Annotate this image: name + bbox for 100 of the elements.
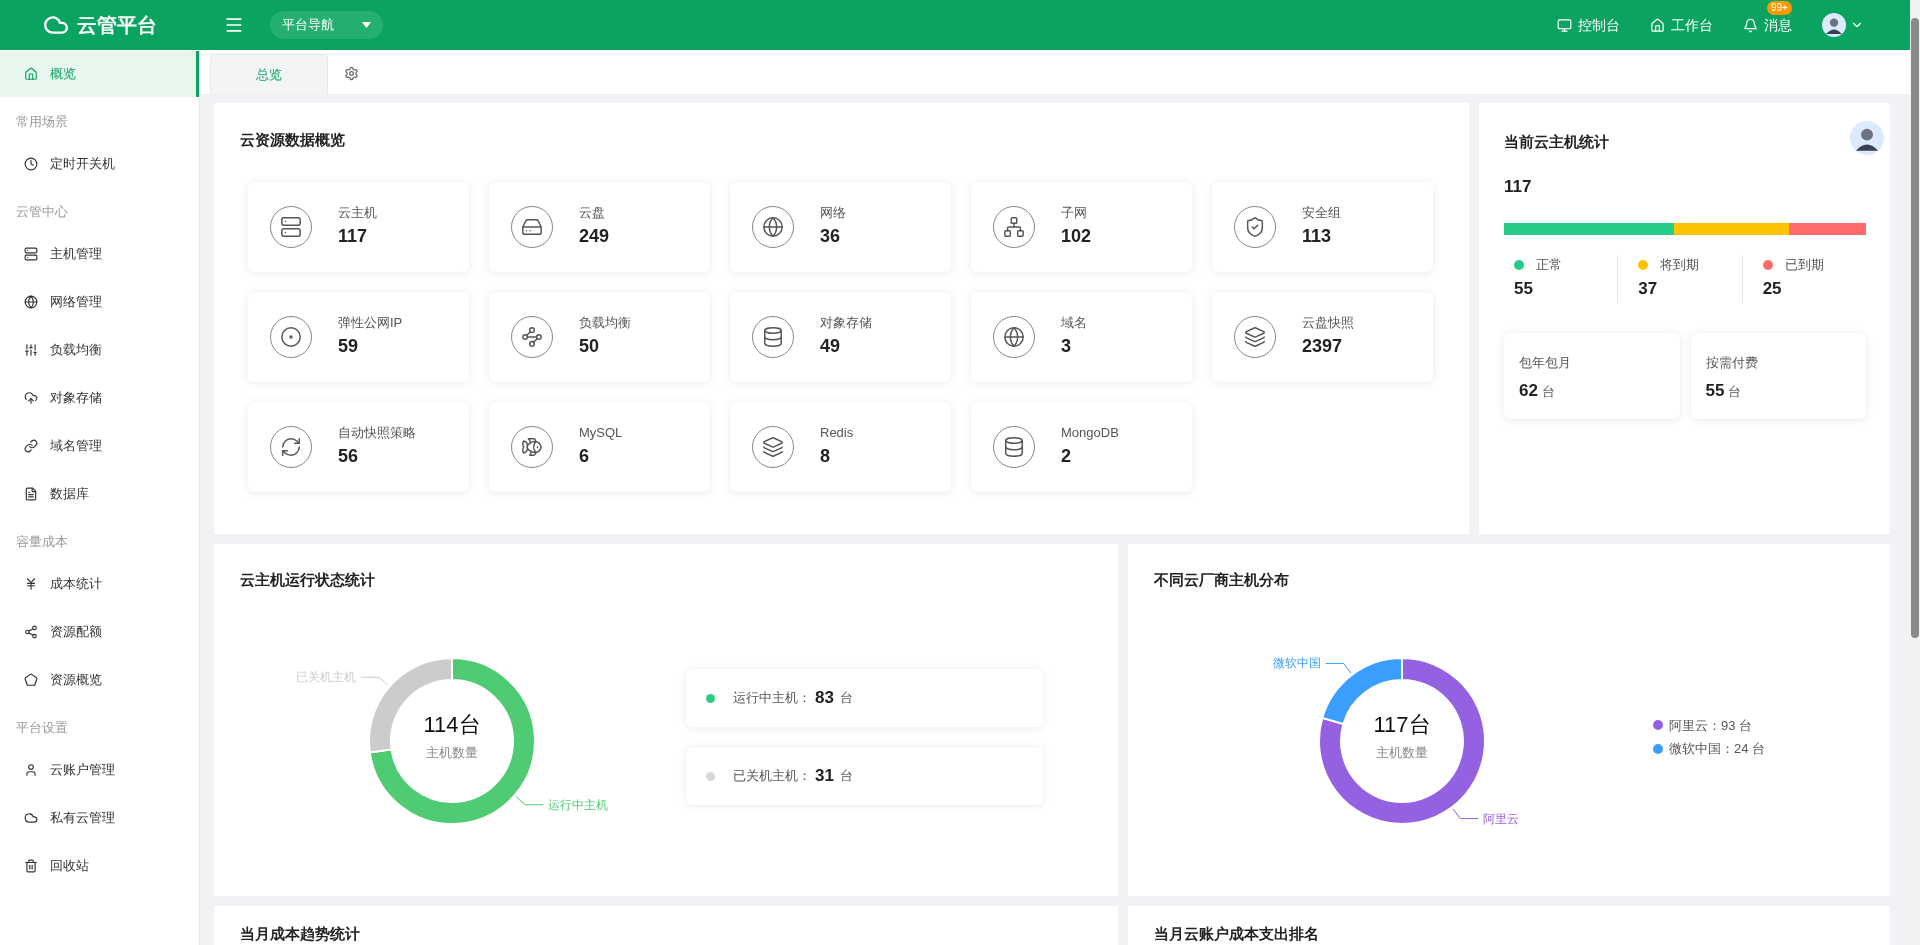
leader-line	[1325, 662, 1352, 674]
legend-count: 83	[815, 687, 834, 710]
notification-badge: 99+	[1767, 0, 1792, 15]
resource-count: 8	[820, 445, 831, 469]
sidebar-item[interactable]: 回收站	[0, 843, 199, 889]
sidebar-item[interactable]: 对象存储	[0, 375, 199, 421]
sidebar-group-label: 容量成本	[15, 533, 69, 552]
legend-label: 阿里云：93 台	[1669, 716, 1753, 735]
legend-label: 微软中国：24 台	[1669, 740, 1766, 758]
monitor-icon	[1557, 17, 1572, 33]
resource-card[interactable]: 域名 3	[971, 291, 1192, 382]
resource-count: 50	[579, 335, 601, 359]
status-count: 55	[1514, 277, 1534, 300]
scrollbar[interactable]	[1910, 0, 1920, 945]
resource-card[interactable]: 对象存储 49	[730, 291, 951, 382]
caret-icon	[362, 22, 371, 28]
unit-label: 台	[839, 767, 853, 786]
sidebar-item[interactable]: 负载均衡	[0, 327, 199, 373]
sidebar-item[interactable]: 资源配额	[0, 609, 199, 655]
cloud-upload-icon	[24, 391, 38, 405]
resource-card[interactable]: 弹性公网IP 59	[248, 291, 469, 382]
settings-icon[interactable]	[344, 66, 359, 81]
host-total: 117	[1504, 175, 1533, 198]
resource-count: 117	[338, 225, 369, 249]
trash-icon	[24, 859, 38, 873]
section-title: 云主机运行状态统计	[240, 570, 376, 590]
resource-label: 弹性公网IP	[338, 313, 403, 332]
resource-count: 2	[1061, 445, 1072, 469]
resource-label: 自动快照策略	[338, 423, 416, 442]
resource-label: 域名	[1061, 313, 1087, 332]
resource-count: 6	[579, 445, 590, 469]
resource-label: 云盘快照	[1302, 313, 1354, 332]
section-title: 当月成本趋势统计	[240, 924, 361, 944]
legend-count: 31	[815, 765, 834, 788]
sidebar-item[interactable]: 定时开关机	[0, 141, 199, 187]
sidebar-item[interactable]: 网络管理	[0, 279, 199, 325]
server-icon	[24, 247, 38, 261]
resource-card[interactable]: MySQL 6	[489, 401, 710, 492]
resource-card[interactable]: 云主机 117	[248, 181, 469, 272]
cloud-icon	[24, 811, 38, 825]
resource-card[interactable]: 负载均衡 50	[489, 291, 710, 382]
unit-label: 台	[1541, 383, 1555, 401]
slice-label: 微软中国	[1272, 656, 1321, 671]
home-icon	[24, 67, 38, 81]
resource-card[interactable]: 云盘快照 2397	[1212, 291, 1433, 382]
slice-label: 运行中主机	[548, 797, 609, 812]
resource-count: 36	[820, 225, 842, 249]
status-count: 37	[1638, 277, 1659, 300]
document-icon	[24, 487, 38, 501]
resource-count: 2397	[1302, 335, 1344, 359]
donut-caption: 主机数量	[426, 744, 478, 762]
status-label: 已到期	[1784, 256, 1824, 274]
share-icon	[24, 625, 38, 639]
donut-total: 117台	[1373, 711, 1431, 739]
link-icon	[24, 439, 38, 453]
status-label: 将到期	[1660, 256, 1700, 274]
sidebar-item[interactable]: 域名管理	[0, 423, 199, 469]
section-title: 不同云厂商主机分布	[1154, 570, 1290, 590]
resource-count: 3	[1061, 335, 1072, 359]
resource-count: 102	[1061, 225, 1092, 249]
status-label: 正常	[1536, 256, 1562, 274]
section-title: 当前云主机统计	[1504, 132, 1610, 152]
resource-label: Redis	[820, 423, 854, 442]
resource-label: 网络	[820, 203, 846, 222]
resource-card[interactable]: 网络 36	[730, 181, 951, 272]
resource-card[interactable]: 自动快照策略 56	[248, 401, 469, 492]
sidebar-item[interactable]: 私有云管理	[0, 795, 199, 841]
assistant-avatar[interactable]	[1850, 121, 1884, 155]
status-count: 25	[1762, 277, 1783, 300]
donut-total: 114台	[423, 711, 481, 739]
section-title: 当月云账户成本支出排名	[1154, 924, 1320, 944]
resource-card[interactable]: 云盘 249	[489, 181, 710, 272]
resource-label: 云主机	[338, 203, 377, 222]
billing-label: 按需付费	[1705, 353, 1759, 372]
leader-line	[515, 796, 544, 806]
unit-label: 台	[839, 689, 853, 708]
resource-card[interactable]: MongoDB 2	[971, 401, 1192, 492]
sidebar-item[interactable]: 主机管理	[0, 231, 199, 277]
unit-label: 台	[1728, 383, 1742, 401]
bell-icon	[1743, 17, 1758, 33]
resource-card[interactable]: 安全组 113	[1212, 181, 1433, 272]
resource-card[interactable]: Redis 8	[730, 401, 951, 492]
clock-icon	[24, 157, 38, 171]
yen-icon	[24, 577, 38, 591]
sidebar-item[interactable]: 云账户管理	[0, 747, 199, 793]
user-avatar[interactable]	[1822, 13, 1846, 37]
menu-icon[interactable]	[224, 15, 244, 35]
sidebar-group-label: 常用场景	[15, 113, 69, 132]
user-icon	[24, 763, 38, 777]
resource-card[interactable]: 子网 102	[971, 181, 1192, 272]
donut-caption: 主机数量	[1376, 744, 1428, 762]
sidebar-item[interactable]: 数据库	[0, 471, 199, 517]
resource-label: 负载均衡	[579, 313, 631, 332]
resource-count: 59	[338, 335, 360, 359]
sidebar-item[interactable]: 成本统计	[0, 561, 199, 607]
resource-count: 49	[820, 335, 842, 359]
sidebar-item[interactable]: 资源概览	[0, 657, 199, 703]
sidebar-group-label: 平台设置	[15, 719, 69, 738]
resource-label: 对象存储	[820, 313, 872, 332]
scrollbar-thumb[interactable]	[1911, 18, 1919, 638]
